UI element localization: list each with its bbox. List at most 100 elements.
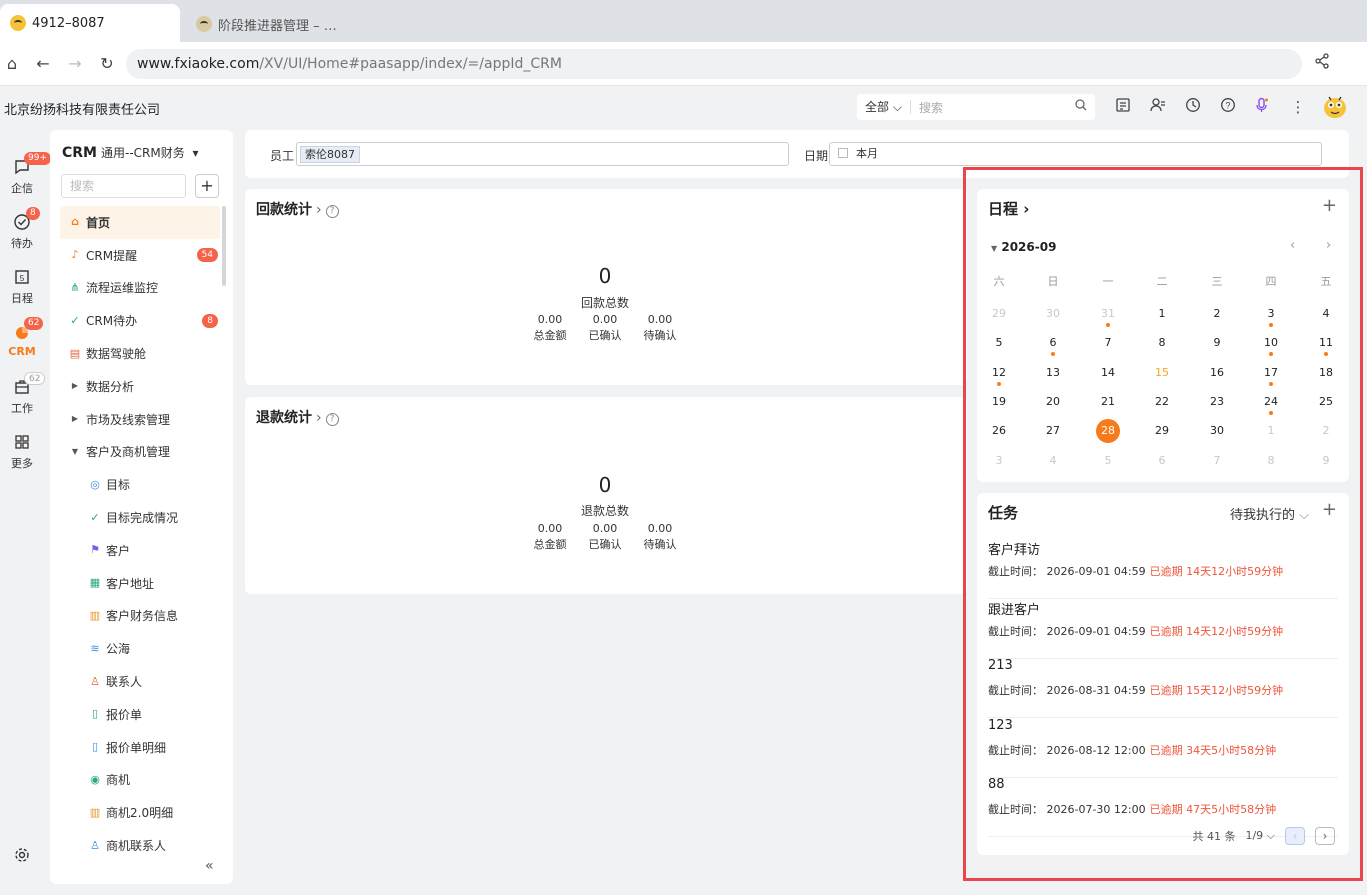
sidebar-item-label: 客户地址 [106,576,155,591]
sidebar-item-crm-todo[interactable]: ✓ CRM待办 8 [60,304,220,337]
app-rail: 企信 99+ 待办 8 5 日程 CRM 62 工作 62 更多 [0,128,51,895]
grid-icon [12,433,32,453]
back-icon[interactable]: ← [32,53,54,75]
favicon-icon [196,16,212,32]
forward-icon[interactable]: → [64,53,86,75]
sidebar-item-label: 报价单 [106,707,143,722]
flow-icon: ⋔ [70,280,80,294]
caret-right-icon: ▶ [71,414,79,424]
sidebar-item-label: 市场及线索管理 [86,412,171,427]
payment-total: 0 [598,264,612,288]
refund-amount: 0.00 总金额 [520,521,580,553]
sidebar-item-opportunity-contact[interactable]: ♙ 商机联系人 [60,829,220,862]
caret-right-icon: ▶ [71,381,79,391]
browser-tab-inactive[interactable]: 阶段推进器管理 – … [186,6,376,42]
stat-label: 总金额 [533,538,567,551]
employee-tag[interactable]: 索伦8087 [300,146,360,163]
sidebar-item-label: 客户 [106,543,131,558]
home-icon: ⌂ [71,215,79,229]
sidebar-item-label: 联系人 [106,675,143,690]
rail-todo[interactable]: 待办 8 [0,207,44,251]
calendar-icon: 5 [12,268,32,288]
sidebar-item-opportunity-detail[interactable]: ▥ 商机2.0明细 [60,796,220,829]
rail-badge: 62 [24,372,46,385]
sidebar-item-market-leads[interactable]: ▶ 市场及线索管理 [60,403,220,436]
rail-label: 企信 [11,182,33,195]
global-search[interactable]: 全部 ⌵ 搜索 [857,94,1095,120]
sidebar-item-target[interactable]: ◎ 目标 [60,468,220,501]
payment-pending: 0.00 待确认 [630,312,690,344]
sidebar-item-flow-monitor[interactable]: ⋔ 流程运维监控 [60,272,220,305]
sidebar-title[interactable]: CRM 通用--CRM财务 ▾ [62,144,199,161]
sidebar-item-target-progress[interactable]: ✓ 目标完成情况 [60,501,220,534]
people-icon: ♙ [90,838,100,852]
stat-label: 已确认 [588,538,622,551]
user-avatar[interactable] [1321,92,1349,120]
employee-selector[interactable]: 索伦8087 [296,142,789,166]
sidebar-item-customer-mgmt[interactable]: ▼ 客户及商机管理 [60,436,220,469]
search-scope-select[interactable]: 全部 ⌵ [857,100,911,114]
sidebar-item-label: 目标 [106,478,131,493]
employee-label: 员工 [270,149,295,163]
rail-crm[interactable]: CRM 62 [0,317,44,358]
more-vertical-icon[interactable]: ⋮ [1288,97,1308,117]
rail-badge: 99+ [24,152,51,165]
sidebar-scrollbar[interactable] [222,206,226,286]
rail-work[interactable]: 工作 62 [0,372,46,416]
sidebar-item-opportunity[interactable]: ◉ 商机 [60,764,220,797]
sidebar-item-data-analysis[interactable]: ▶ 数据分析 [60,370,220,403]
sidebar-item-data-cockpit[interactable]: ▤ 数据驾驶舱 [60,337,220,370]
sidebar-item-customer-address[interactable]: ▦ 客户地址 [60,567,220,600]
rail-messages[interactable]: 企信 99+ [0,152,51,196]
sidebar-item-home[interactable]: ⌂ 首页 [60,206,220,239]
gear-icon [12,846,32,866]
check-circle-icon: ✓ [70,313,80,327]
reload-icon[interactable]: ↻ [96,53,118,75]
history-icon[interactable] [1183,97,1203,117]
sidebar-item-customer[interactable]: ⚑ 客户 [60,534,220,567]
search-input[interactable]: 搜索 [911,99,1075,116]
help-icon[interactable]: ? [325,205,339,218]
sidebar-item-customer-finance[interactable]: ▥ 客户财务信息 [60,600,220,633]
highlight-box [963,167,1363,881]
rail-label: 工作 [11,402,33,415]
stat-value: 0.00 [647,522,673,535]
help-icon[interactable]: ? [325,413,339,426]
rail-more[interactable]: 更多 [0,433,44,471]
crm-sidebar: CRM 通用--CRM财务 ▾ 搜索 + ⌂ 首页 ♪ CRM提醒 54 ⋔ 流程运维监控… [50,130,233,884]
refund-stats-title[interactable]: 退款统计 ›? [256,407,339,427]
payment-stats-card: 回款统计 ›? 0 回款总数 0.00 总金额 0.00 已确认 0.00 待确认 [245,189,967,385]
refund-stats-card: 退款统计 ›? 0 退款总数 0.00 总金额 0.00 已确认 0.00 待确认 [245,397,967,594]
sidebar-item-contact[interactable]: ♙ 联系人 [60,665,220,698]
refund-confirmed: 0.00 已确认 [575,521,635,553]
home-icon[interactable]: ⌂ [1,53,23,75]
sidebar-item-crm-reminder[interactable]: ♪ CRM提醒 54 [60,239,220,272]
rail-settings[interactable] [0,846,44,868]
sidebar-item-public-pool[interactable]: ≋ 公海 [60,632,220,665]
ai-mic-icon[interactable] [1252,97,1272,117]
url-field[interactable]: www.fxiaoke.com/XV/UI/Home#paasapp/index… [126,49,1302,79]
sidebar-item-quote[interactable]: ▯ 报价单 [60,698,220,731]
sidebar-search-input[interactable]: 搜索 [61,174,186,198]
sidebar-add-button[interactable]: + [195,174,219,198]
date-selector[interactable]: 本月 [829,142,1322,166]
sidebar-collapse-button[interactable]: « [205,858,214,874]
payment-stats-title[interactable]: 回款统计 ›? [256,199,339,219]
sidebar-item-label: 商机2.0明细 [106,806,174,821]
stat-value: 0.00 [537,313,563,326]
sidebar-badge: 8 [202,313,218,328]
sidebar-item-quote-detail[interactable]: ▯ 报价单明细 [60,731,220,764]
share-icon[interactable] [1311,53,1333,75]
sidebar-item-label: CRM待办 [86,314,138,329]
help-icon[interactable]: ? [1218,97,1238,117]
search-icon[interactable] [1075,99,1095,115]
stat-value: 0.00 [592,313,618,326]
rail-calendar[interactable]: 5 日程 [0,268,44,306]
browser-tab-active[interactable]: 4912–8087 [0,4,180,42]
sidebar-item-label: 客户财务信息 [106,609,179,624]
sidebar-item-label: 客户及商机管理 [86,445,171,460]
notes-icon[interactable] [1113,97,1133,117]
sidebar-item-label: 商机联系人 [106,839,167,854]
card-title-text: 回款统计 [256,202,312,218]
contacts-icon[interactable] [1148,97,1168,117]
